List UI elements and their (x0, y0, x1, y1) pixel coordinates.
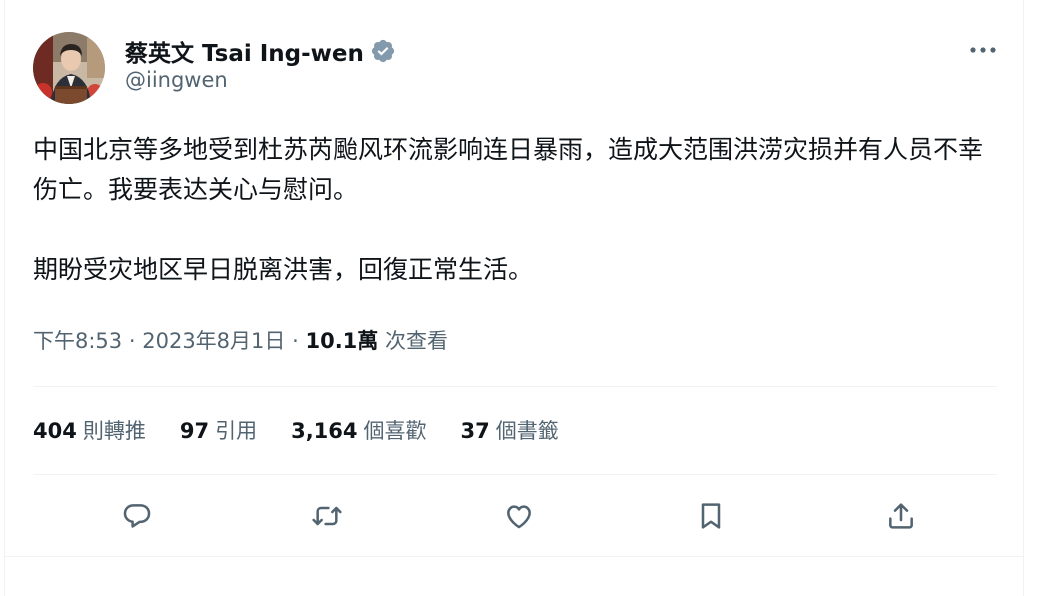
meta-separator: · (292, 329, 299, 353)
engagement-stats: 404 則轉推 97 引用 3,164 個喜歡 37 個書籤 (33, 412, 593, 448)
likes-label: 個喜歡 (363, 419, 427, 443)
tweet-meta: 下午8:53 · 2023年8月1日 · 10.1萬 次查看 (33, 324, 448, 358)
share-button[interactable] (879, 494, 923, 538)
share-icon (889, 503, 913, 529)
more-dots-icon (970, 47, 996, 53)
retweets-count: 404 (33, 419, 77, 443)
more-options-button[interactable] (963, 34, 1003, 66)
retweets-stat[interactable]: 404 則轉推 (33, 415, 146, 445)
views-label: 次查看 (384, 329, 448, 353)
likes-count: 3,164 (291, 419, 358, 443)
divider (33, 474, 997, 475)
heart-icon (507, 505, 531, 529)
display-name[interactable]: 蔡英文 Tsai Ing-wen (125, 34, 364, 68)
page-frame: 蔡英文 Tsai Ing-wen @iingwen 中国北京等多地受到杜苏芮颱风… (4, 0, 1024, 596)
reply-icon (123, 504, 151, 528)
bookmarks-stat[interactable]: 37 個書籤 (461, 415, 559, 445)
views-count[interactable]: 10.1萬 (305, 329, 378, 353)
bookmark-button[interactable] (689, 494, 733, 538)
avatar-photo (33, 32, 105, 104)
bookmarks-label: 個書籤 (495, 419, 559, 443)
tweet-text: 中国北京等多地受到杜苏芮颱风环流影响连日暴雨，造成大范围洪涝灾损并有人员不幸伤亡… (33, 130, 1003, 330)
tweet-paragraph-1: 中国北京等多地受到杜苏芮颱风环流影响连日暴雨，造成大范围洪涝灾损并有人员不幸伤亡… (33, 135, 984, 204)
bookmark-icon (701, 503, 721, 529)
avatar[interactable] (33, 32, 105, 104)
quotes-count: 97 (179, 419, 210, 443)
retweets-label: 則轉推 (82, 419, 146, 443)
like-button[interactable] (497, 494, 541, 538)
retweet-icon (312, 506, 342, 526)
verified-badge-icon[interactable] (370, 38, 396, 64)
retweet-button[interactable] (305, 494, 349, 538)
quotes-stat[interactable]: 97 引用 (180, 415, 257, 445)
tweet-time[interactable]: 下午8:53 (33, 329, 122, 353)
tweet: 蔡英文 Tsai Ing-wen @iingwen 中国北京等多地受到杜苏芮颱风… (5, 0, 1023, 557)
likes-stat[interactable]: 3,164 個喜歡 (291, 415, 426, 445)
bookmarks-count: 37 (460, 419, 490, 443)
action-bar (33, 494, 997, 538)
author-handle[interactable]: @iingwen (125, 68, 228, 92)
author-name-row: 蔡英文 Tsai Ing-wen (125, 34, 396, 68)
divider (33, 386, 997, 387)
tweet-date[interactable]: 2023年8月1日 (142, 329, 285, 353)
tweet-paragraph-2: 期盼受灾地区早日脱离洪害，回復正常生活。 (33, 255, 534, 284)
reply-button[interactable] (115, 494, 159, 538)
quotes-label: 引用 (215, 419, 258, 443)
meta-separator: · (128, 329, 136, 353)
